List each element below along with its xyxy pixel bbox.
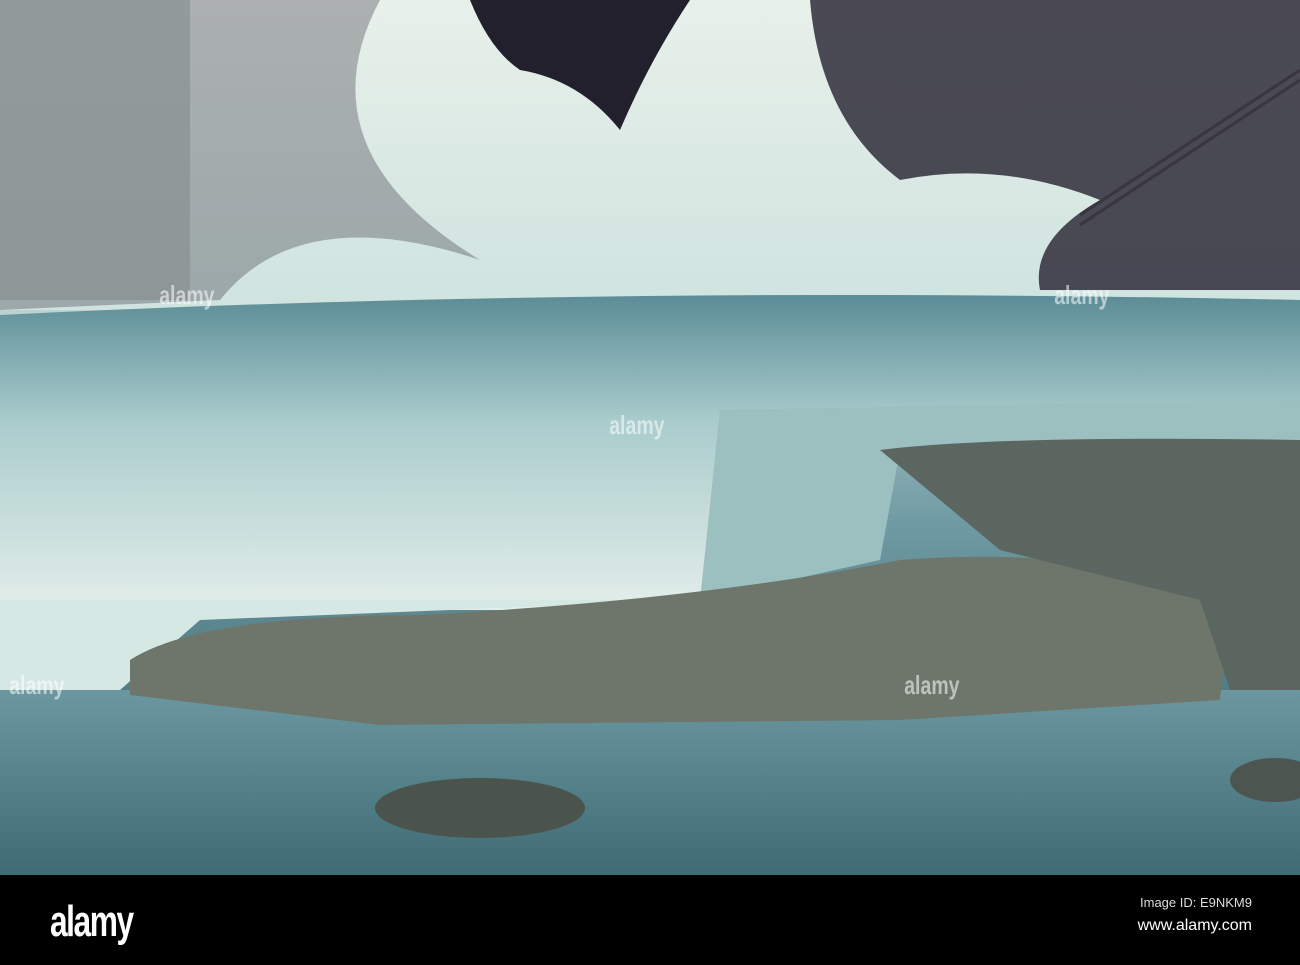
waterfall-photo: alamy alamy alamy alamy alamy [0,0,1300,875]
alamy-logo: alamy [50,897,134,946]
pool-rock [375,778,585,838]
watermark: alamy [904,670,960,700]
watermark: alamy [159,280,215,310]
watermark: alamy [609,410,665,440]
footer-bar: alamy Image ID: E9NKM9 www.alamy.com [0,875,1300,965]
watermark: alamy [9,670,65,700]
image-id: Image ID: E9NKM9 [1140,895,1252,910]
site-url: www.alamy.com [1137,917,1252,934]
watermark: alamy [1054,280,1110,310]
